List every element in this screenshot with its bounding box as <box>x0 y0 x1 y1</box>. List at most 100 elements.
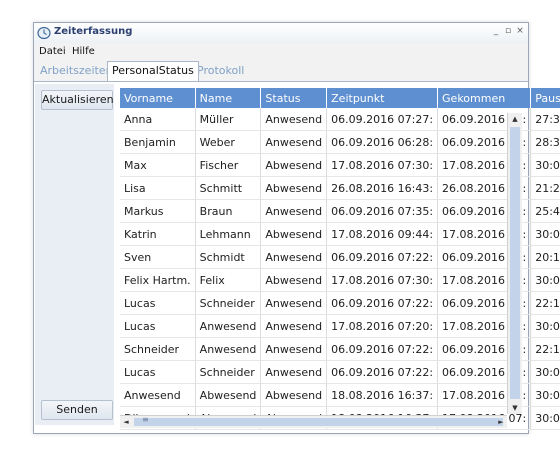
cell-name[interactable]: Abwesend <box>195 383 262 407</box>
cell-status[interactable]: Anwesend <box>260 360 328 384</box>
scroll-left-arrow-icon[interactable]: ◄ <box>120 416 132 428</box>
column-header-pause[interactable]: Pause <box>530 88 560 108</box>
cell-status[interactable]: Anwesend <box>260 337 328 361</box>
cell-name[interactable]: Braun <box>195 199 262 223</box>
column-header-zeitpunkt[interactable]: Zeitpunkt <box>326 88 439 108</box>
cell-zeitpunkt[interactable]: 18.08.2016 16:37: <box>326 383 439 407</box>
cell-name[interactable]: Müller <box>195 108 262 131</box>
table-row[interactable]: Markus Braun Anwesend 06.09.2016 07:35: 06.0… <box>120 199 560 223</box>
cell-status[interactable]: Abwesend <box>260 268 328 292</box>
cell-pause[interactable]: 28:30 <box>530 130 560 154</box>
horizontal-scroll-thumb[interactable]: ≡ <box>134 415 503 426</box>
tab-personalstatus[interactable]: PersonalStatus <box>107 61 199 81</box>
table-row[interactable]: Lisa Schmitt Abwesend 26.08.2016 16:43: 26.0… <box>120 176 560 200</box>
maximize-button[interactable]: ▫ <box>503 25 513 37</box>
cell-status[interactable]: Anwesend <box>260 245 328 269</box>
table-row[interactable]: Anwesend Abwesend Abwesend 18.08.2016 16:37… <box>120 383 560 407</box>
cell-vorname[interactable]: Anna <box>120 108 196 131</box>
cell-zeitpunkt[interactable]: 17.08.2016 09:44: <box>326 222 439 246</box>
cell-name[interactable]: Weber <box>195 130 262 154</box>
cell-zeitpunkt[interactable]: 26.08.2016 16:43: <box>326 176 439 200</box>
cell-name[interactable]: Anwesend <box>195 314 262 338</box>
table-row[interactable]: Sven Schmidt Anwesend 06.09.2016 07:22: 06.0… <box>120 245 560 269</box>
cell-status[interactable]: Abwesend <box>260 222 328 246</box>
cell-pause[interactable]: 30:00 <box>530 268 560 292</box>
menu-hilfe[interactable]: Hilfe <box>72 46 95 57</box>
tab-arbeitszeiten[interactable]: Arbeitszeiten <box>36 62 117 80</box>
table-row[interactable]: Felix Hartm. Felix Abwesend 17.08.2016 07:3… <box>120 268 560 292</box>
cell-pause[interactable]: 22:13 <box>530 337 560 361</box>
cell-zeitpunkt[interactable]: 06.09.2016 07:22: <box>326 360 439 384</box>
cell-zeitpunkt[interactable]: 06.09.2016 07:22: <box>326 245 439 269</box>
cell-pause[interactable]: 30:00 <box>530 406 560 430</box>
cell-vorname[interactable]: Lisa <box>120 176 196 200</box>
cell-status[interactable]: Anwesend <box>260 130 328 154</box>
cell-vorname[interactable]: Katrin <box>120 222 196 246</box>
table-row[interactable]: Schneider Anwesend Anwesend 06.09.2016 07:2… <box>120 337 560 361</box>
menu-datei[interactable]: Datei <box>39 46 66 57</box>
cell-pause[interactable]: 25:42 <box>530 199 560 223</box>
vertical-scroll-thumb[interactable] <box>510 127 520 399</box>
cell-vorname[interactable]: Lucas <box>120 360 196 384</box>
cell-pause[interactable]: 30:00 <box>530 222 560 246</box>
table-row[interactable]: Max Fischer Abwesend 17.08.2016 07:30: 17.08… <box>120 153 560 177</box>
cell-status[interactable]: Anwesend <box>260 199 328 223</box>
column-header-vorname[interactable]: Vorname <box>120 88 196 108</box>
scroll-right-arrow-icon[interactable]: ► <box>495 416 507 428</box>
cell-zeitpunkt[interactable]: 06.09.2016 07:22: <box>326 291 439 315</box>
cell-name[interactable]: Schneider <box>195 360 262 384</box>
cell-status[interactable]: Abwesend <box>260 153 328 177</box>
cell-name[interactable]: Schmitt <box>195 176 262 200</box>
column-header-status[interactable]: Status <box>260 88 328 108</box>
cell-vorname[interactable]: Lucas <box>120 314 196 338</box>
cell-pause[interactable]: 30:00 <box>530 360 560 384</box>
refresh-button[interactable]: Aktualisieren <box>41 90 114 110</box>
cell-vorname[interactable]: Felix Hartm. <box>120 268 196 292</box>
close-button[interactable]: × <box>515 25 525 37</box>
cell-status[interactable]: Anwesend <box>260 291 328 315</box>
cell-name[interactable]: Schneider <box>195 291 262 315</box>
cell-pause[interactable]: 30:00 <box>530 383 560 407</box>
cell-status[interactable]: Anwesend <box>260 314 328 338</box>
column-header-gekommen[interactable]: Gekommen <box>437 88 532 108</box>
cell-vorname[interactable]: Sven <box>120 245 196 269</box>
cell-name[interactable]: Fischer <box>195 153 262 177</box>
cell-zeitpunkt[interactable]: 17.08.2016 07:30: <box>326 268 439 292</box>
scroll-up-arrow-icon[interactable]: ▲ <box>508 113 522 125</box>
cell-vorname[interactable]: Markus <box>120 199 196 223</box>
cell-pause[interactable]: 30:00 <box>530 314 560 338</box>
table-row[interactable]: Lucas Schneider Anwesend 06.09.2016 07:22: 0… <box>120 360 560 384</box>
cell-pause[interactable]: 27:30 <box>530 108 560 131</box>
minimize-button[interactable]: _ <box>491 25 501 37</box>
cell-zeitpunkt[interactable]: 17.08.2016 07:30: <box>326 153 439 177</box>
cell-name[interactable]: Anwesend <box>195 337 262 361</box>
cell-status[interactable]: Abwesend <box>260 383 328 407</box>
tab-protokoll[interactable]: Protokoll <box>193 62 248 80</box>
cell-vorname[interactable]: Anwesend <box>120 383 196 407</box>
cell-vorname[interactable]: Lucas <box>120 291 196 315</box>
cell-vorname[interactable]: Benjamin <box>120 130 196 154</box>
cell-zeitpunkt[interactable]: 06.09.2016 07:35: <box>326 199 439 223</box>
cell-vorname[interactable]: Max <box>120 153 196 177</box>
cell-zeitpunkt[interactable]: 06.09.2016 07:27: <box>326 108 439 131</box>
cell-name[interactable]: Schmidt <box>195 245 262 269</box>
column-header-name[interactable]: Name <box>195 88 262 108</box>
cell-pause[interactable]: 22:13 <box>530 291 560 315</box>
cell-status[interactable]: Anwesend <box>260 108 328 131</box>
cell-pause[interactable]: 20:13 <box>530 245 560 269</box>
table-row[interactable]: Katrin Lehmann Abwesend 17.08.2016 09:44: 17… <box>120 222 560 246</box>
table-row[interactable]: Lucas Schneider Anwesend 06.09.2016 07:22: 0… <box>120 291 560 315</box>
title-bar[interactable]: Zeiterfassung _ ▫ × <box>34 23 528 43</box>
cell-zeitpunkt[interactable]: 06.09.2016 06:28: <box>326 130 439 154</box>
cell-status[interactable]: Abwesend <box>260 176 328 200</box>
table-row[interactable]: Lucas Anwesend Anwesend 17.08.2016 07:20: 17… <box>120 314 560 338</box>
vertical-scrollbar[interactable]: ▲ ▼ <box>507 113 522 414</box>
cell-name[interactable]: Lehmann <box>195 222 262 246</box>
horizontal-scrollbar[interactable]: ◄ ≡ ► <box>120 415 507 428</box>
scroll-down-arrow-icon[interactable]: ▼ <box>508 402 522 414</box>
cell-pause[interactable]: 30:00 <box>530 153 560 177</box>
cell-vorname[interactable]: Schneider <box>120 337 196 361</box>
cell-pause[interactable]: 21:22 <box>530 176 560 200</box>
send-button[interactable]: Senden <box>41 400 113 420</box>
cell-zeitpunkt[interactable]: 06.09.2016 07:22: <box>326 337 439 361</box>
